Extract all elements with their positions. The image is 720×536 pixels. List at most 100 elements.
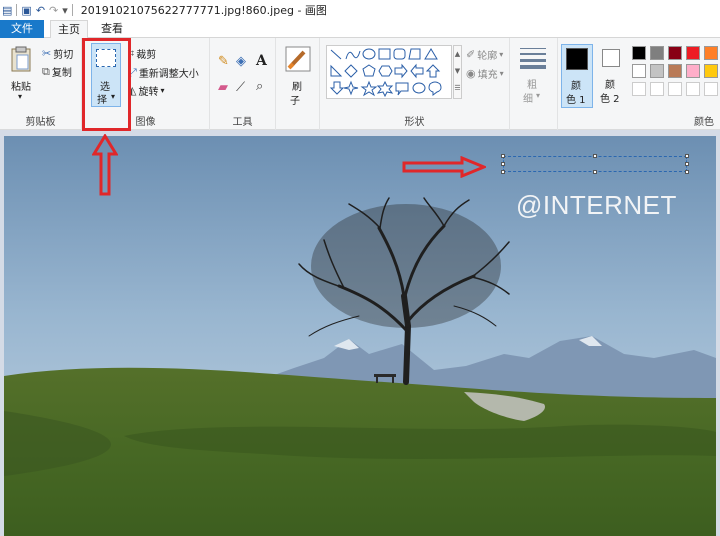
size-group: 粗 细 ▾ — [510, 38, 558, 130]
palette-color-swatch[interactable] — [650, 64, 664, 78]
color1-label-line2: 色 1 — [566, 95, 586, 106]
oval-shape-icon — [362, 48, 376, 60]
clipboard-group: 粘贴 ▾ ✂ 剪切 ⧉ 复制 剪贴板 — [0, 38, 82, 130]
window-title: 20191021075622777771.jpg!860.jpeg - 画图 — [80, 4, 327, 17]
selection-handle[interactable] — [685, 162, 689, 166]
app-icon: ▤ — [2, 3, 13, 17]
text-icon[interactable]: A — [256, 53, 267, 69]
six-point-star-shape-icon — [376, 80, 394, 98]
redo-icon[interactable]: ↷ — [49, 4, 58, 17]
palette-color-swatch[interactable] — [704, 64, 718, 78]
color2-button[interactable]: 颜 色 2 — [597, 44, 627, 108]
tools-group: ✎ ◈ A ▰ ⟋ ⌕ 工具 — [210, 38, 276, 130]
palette-color-swatch[interactable] — [686, 46, 700, 60]
shapes-group-label: 形状 — [404, 117, 425, 128]
brushes-label-line1: 刷 — [292, 82, 302, 93]
cut-button[interactable]: ✂ 剪切 — [42, 46, 73, 61]
size-label-line1: 粗 — [527, 80, 537, 91]
custom-color-swatch[interactable] — [686, 82, 700, 96]
right-arrow-shape-icon — [394, 63, 408, 79]
fill-button[interactable]: ◉ 填充 ▾ — [466, 66, 504, 81]
crop-label: 裁剪 — [136, 50, 157, 61]
eraser-icon[interactable]: ▰ — [218, 80, 228, 95]
tab-file[interactable]: 文件 — [0, 20, 44, 38]
up-arrow-shape-icon — [425, 64, 441, 78]
chevron-down-icon: ▾ — [160, 86, 165, 95]
brushes-button[interactable]: 刷 子 — [282, 44, 314, 108]
shapes-gallery[interactable] — [326, 45, 452, 99]
cut-label: 剪切 — [53, 50, 74, 61]
size-button[interactable]: 粗 细 ▾ — [517, 46, 549, 110]
title-bar: ▤ ▣ ↶ ↷ ▾ 20191021075622777771.jpg!860.j… — [0, 0, 720, 20]
copy-icon: ⧉ — [42, 64, 50, 78]
line-shape-icon — [330, 49, 342, 60]
outline-button[interactable]: ✐ 轮廓 ▾ — [466, 47, 503, 62]
crop-button[interactable]: ⌗ 裁剪 — [128, 46, 156, 61]
right-arrow-annotation-icon — [402, 156, 486, 178]
divider — [16, 4, 18, 16]
rotate-button[interactable]: ◭ 旋转 ▾ — [128, 83, 164, 98]
brushes-label-line2: 子 — [290, 96, 300, 107]
selection-handle[interactable] — [501, 170, 505, 174]
up-arrow-annotation-icon — [92, 134, 118, 196]
custom-color-swatch[interactable] — [668, 82, 682, 96]
chevron-down-icon: ▾ — [18, 92, 23, 101]
down-arrow-shape-icon — [329, 81, 345, 95]
rotate-label: 旋转 — [138, 87, 159, 98]
palette-color-swatch[interactable] — [704, 46, 718, 60]
color2-label-line2: 色 2 — [600, 94, 620, 105]
color1-label-line1: 颜 — [571, 81, 581, 92]
color2-label-line1: 颜 — [605, 80, 615, 91]
palette-color-swatch[interactable] — [632, 46, 646, 60]
color-picker-icon[interactable]: ⟋ — [236, 80, 245, 95]
copy-button[interactable]: ⧉ 复制 — [42, 64, 72, 79]
palette-color-swatch[interactable] — [632, 64, 646, 78]
pentagon-shape-icon — [362, 64, 376, 77]
pencil-icon[interactable]: ✎ — [218, 54, 229, 69]
shapes-group: ▲ ▼ ☰ ✐ 轮廓 ▾ ◉ 填充 ▾ 形状 — [320, 38, 510, 130]
selection-handle[interactable] — [593, 170, 597, 174]
paste-button[interactable]: 粘贴 ▾ — [6, 46, 36, 106]
shapes-gallery-icons — [329, 48, 442, 98]
polygon-shape-icon — [408, 48, 421, 60]
size-label-line2: 细 — [523, 94, 533, 105]
highlight-box — [82, 38, 131, 131]
rounded-rectangle-shape-icon — [393, 48, 406, 60]
copy-label: 复制 — [51, 68, 72, 79]
tab-view[interactable]: 查看 — [96, 20, 128, 38]
paste-label: 粘贴 — [11, 82, 31, 93]
customize-quick-access-icon[interactable]: ▾ — [62, 4, 68, 17]
outline-icon: ✐ — [466, 47, 476, 61]
custom-color-swatch[interactable] — [650, 82, 664, 96]
color1-button[interactable]: 颜 色 1 — [561, 44, 593, 108]
fill-bucket-icon[interactable]: ◈ — [236, 54, 246, 69]
diamond-shape-icon — [344, 64, 358, 78]
palette-color-swatch[interactable] — [668, 46, 682, 60]
shapes-scrollbar[interactable]: ▲ ▼ ☰ — [453, 45, 462, 99]
palette-color-swatch[interactable] — [668, 64, 682, 78]
save-icon[interactable]: ▣ — [21, 4, 31, 17]
selection-handle[interactable] — [501, 162, 505, 166]
selection-handle[interactable] — [685, 170, 689, 174]
resize-button[interactable]: ⤢ 重新调整大小 — [128, 65, 199, 80]
left-arrow-shape-icon — [410, 63, 424, 79]
palette-color-swatch[interactable] — [650, 46, 664, 60]
selection-handle[interactable] — [685, 154, 689, 158]
custom-color-swatch[interactable] — [704, 82, 718, 96]
chevron-down-icon: ▾ — [499, 50, 504, 59]
palette-color-swatch[interactable] — [686, 64, 700, 78]
outline-label: 轮廓 — [477, 51, 498, 62]
tab-home[interactable]: 主页 — [50, 20, 88, 39]
watermark-text: @INTERNET — [516, 190, 677, 220]
undo-icon[interactable]: ↶ — [36, 4, 45, 17]
color2-swatch — [602, 49, 620, 67]
selection-handle[interactable] — [593, 154, 597, 158]
five-point-star-shape-icon — [360, 80, 378, 97]
colors-group-label: 颜色 — [694, 117, 714, 128]
magnifier-icon[interactable]: ⌕ — [256, 79, 263, 94]
selection-handle[interactable] — [501, 154, 505, 158]
triangle-shape-icon — [424, 48, 438, 60]
hexagon-shape-icon — [378, 65, 393, 77]
fill-label: 填充 — [477, 70, 498, 81]
custom-color-swatch[interactable] — [632, 82, 646, 96]
